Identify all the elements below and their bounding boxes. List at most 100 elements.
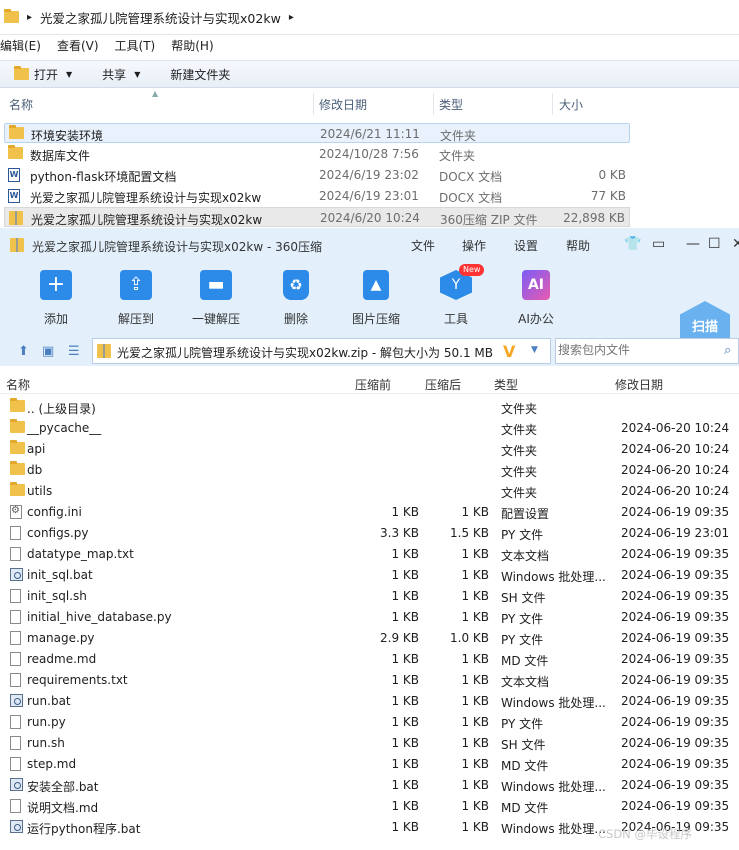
column-original-size[interactable]: 压缩前 bbox=[355, 376, 391, 393]
chevron-right-icon[interactable]: ▸ bbox=[289, 12, 294, 23]
file-name: 光爱之家孤儿院管理系统设计与实现x02kw bbox=[31, 213, 263, 227]
up-arrow-icon[interactable]: ⬆ bbox=[18, 344, 29, 359]
entry-compressed-size: 1 KB bbox=[461, 505, 489, 519]
archive-row[interactable]: datatype_map.txt 1 KB 1 KB 文本文档 2024-06-19 0… bbox=[0, 544, 739, 565]
archive-row[interactable]: api 文件夹 2024-06-20 10:24 bbox=[0, 439, 739, 460]
search-icon[interactable]: ⌕ bbox=[724, 343, 731, 358]
menu-settings[interactable]: 设置 bbox=[514, 237, 538, 254]
file-type: DOCX 文档 bbox=[439, 170, 503, 184]
tools-button[interactable]: Y New 工具 bbox=[423, 264, 489, 327]
chevron-down-icon[interactable]: ▼ bbox=[531, 345, 538, 355]
batch-file-icon bbox=[10, 694, 23, 707]
skin-shirt-icon[interactable]: 👕 bbox=[624, 236, 641, 252]
column-type[interactable]: 类型 bbox=[494, 376, 518, 393]
entry-type: MD 文件 bbox=[501, 654, 549, 668]
file-row[interactable]: 数据库文件 2024/10/28 7:56 文件夹 bbox=[4, 144, 630, 164]
zip-window: 光爱之家孤儿院管理系统设计与实现x02kw - 360压缩 文件 操作 设置 帮… bbox=[0, 228, 739, 850]
entry-original-size: 1 KB bbox=[391, 799, 419, 813]
menu-operation[interactable]: 操作 bbox=[462, 237, 486, 254]
open-button[interactable]: 打开 ▼ bbox=[14, 66, 72, 83]
menu-help[interactable]: 帮助 bbox=[566, 237, 590, 254]
entry-name: 说明文档.md bbox=[27, 801, 99, 815]
share-button[interactable]: 共享 ▼ bbox=[102, 66, 140, 83]
one-click-extract-button[interactable]: ▬ 一键解压 bbox=[183, 270, 249, 327]
archive-row[interactable]: initial_hive_database.py 1 KB 1 KB PY 文件 202… bbox=[0, 607, 739, 628]
v-logo-icon[interactable]: V bbox=[503, 342, 515, 361]
file-row[interactable]: 环境安装环境 2024/6/21 11:11 文件夹 bbox=[4, 123, 630, 143]
entry-type: MD 文件 bbox=[501, 759, 549, 773]
column-name[interactable]: 名称 bbox=[6, 376, 30, 393]
new-folder-button[interactable]: 新建文件夹 bbox=[170, 66, 230, 83]
entry-name: 运行python程序.bat bbox=[27, 822, 141, 836]
ai-office-button[interactable]: AI AI办公 bbox=[503, 270, 569, 327]
explorer-address-bar[interactable]: ▸ 光爱之家孤儿院管理系统设计与实现x02kw ▸ bbox=[0, 0, 739, 35]
file-row[interactable]: W 光爱之家孤儿院管理系统设计与实现x02kw 2024/6/19 23:01 DOC… bbox=[4, 186, 630, 206]
archive-row[interactable]: 安装全部.bat 1 KB 1 KB Windows 批处理... 2024-06-19… bbox=[0, 775, 739, 796]
entry-type: Windows 批处理... bbox=[501, 570, 606, 584]
menu-help[interactable]: 帮助(H) bbox=[171, 37, 213, 57]
column-name[interactable]: 名称 bbox=[9, 96, 33, 113]
feedback-icon[interactable]: ▭ bbox=[652, 236, 665, 252]
archive-row[interactable]: db 文件夹 2024-06-20 10:24 bbox=[0, 460, 739, 481]
archive-row[interactable]: .. (上级目录) 文件夹 bbox=[0, 397, 739, 418]
archive-row[interactable]: run.bat 1 KB 1 KB Windows 批处理... 2024-06-19 … bbox=[0, 691, 739, 712]
archive-row[interactable]: configs.py 3.3 KB 1.5 KB PY 文件 2024-06-19 23… bbox=[0, 523, 739, 544]
file-row[interactable]: Wpython-flask环境配置文档 2024/6/19 23:02 DOCX 文… bbox=[4, 165, 630, 185]
maximize-icon[interactable]: ☐ bbox=[708, 236, 721, 252]
breadcrumb-chevron-icon[interactable]: ▸ bbox=[27, 12, 32, 23]
column-date[interactable]: 修改日期 bbox=[319, 96, 367, 113]
extract-to-icon: ⇪ bbox=[120, 270, 152, 300]
archive-row[interactable]: run.py 1 KB 1 KB PY 文件 2024-06-19 09:35 bbox=[0, 712, 739, 733]
archive-row[interactable]: requirements.txt 1 KB 1 KB 文本文档 2024-06-19 0… bbox=[0, 670, 739, 691]
delete-button[interactable]: ♻ 删除 bbox=[263, 270, 329, 327]
column-modified-date[interactable]: 修改日期 bbox=[615, 376, 663, 393]
thumbnail-view-icon[interactable]: ▣ bbox=[42, 344, 54, 359]
entry-date: 2024-06-19 23:01 bbox=[621, 526, 730, 540]
entry-name: readme.md bbox=[27, 652, 97, 666]
list-view-icon[interactable]: ☰ bbox=[68, 344, 80, 359]
menu-tools[interactable]: 工具(T) bbox=[115, 37, 156, 57]
entry-type: SH 文件 bbox=[501, 591, 546, 605]
archive-row[interactable]: 说明文档.md 1 KB 1 KB MD 文件 2024-06-19 09:35 bbox=[0, 796, 739, 817]
menu-file[interactable]: 文件 bbox=[411, 237, 435, 254]
archive-row[interactable]: manage.py 2.9 KB 1.0 KB PY 文件 2024-06-19 09:… bbox=[0, 628, 739, 649]
column-divider[interactable] bbox=[433, 93, 434, 115]
file-row[interactable]: 光爱之家孤儿院管理系统设计与实现x02kw 2024/6/20 10:24 360压… bbox=[4, 207, 630, 227]
archive-row[interactable]: config.ini 1 KB 1 KB 配置设置 2024-06-19 09:35 bbox=[0, 502, 739, 523]
column-type[interactable]: 类型 bbox=[439, 96, 463, 113]
archive-row[interactable]: __pycache__ 文件夹 2024-06-20 10:24 bbox=[0, 418, 739, 439]
entry-type: PY 文件 bbox=[501, 528, 544, 542]
entry-date: 2024-06-19 09:35 bbox=[621, 673, 730, 687]
breadcrumb-path[interactable]: 光爱之家孤儿院管理系统设计与实现x02kw bbox=[40, 8, 281, 27]
archive-row[interactable]: step.md 1 KB 1 KB MD 文件 2024-06-19 09:35 bbox=[0, 754, 739, 775]
entry-date: 2024-06-19 09:35 bbox=[621, 589, 730, 603]
archive-row[interactable]: readme.md 1 KB 1 KB MD 文件 2024-06-19 09:35 bbox=[0, 649, 739, 670]
add-button[interactable]: + 添加 bbox=[23, 270, 89, 327]
archive-address-bar[interactable]: 光爱之家孤儿院管理系统设计与实现x02kw.zip - 解包大小为 50.1 M… bbox=[92, 338, 551, 364]
archive-row[interactable]: run.sh 1 KB 1 KB SH 文件 2024-06-19 09:35 bbox=[0, 733, 739, 754]
menu-edit[interactable]: 编辑(E) bbox=[0, 37, 41, 57]
close-icon[interactable]: ✕ bbox=[732, 236, 739, 252]
file-icon bbox=[10, 631, 21, 645]
archive-row[interactable]: utils 文件夹 2024-06-20 10:24 bbox=[0, 481, 739, 502]
column-divider[interactable] bbox=[552, 93, 553, 115]
column-size[interactable]: 大小 bbox=[559, 96, 583, 113]
column-divider[interactable] bbox=[313, 93, 314, 115]
menu-view[interactable]: 查看(V) bbox=[57, 37, 99, 57]
minimize-icon[interactable]: — bbox=[686, 236, 700, 252]
search-input[interactable] bbox=[558, 343, 718, 357]
entry-original-size: 1 KB bbox=[391, 736, 419, 750]
new-folder-label: 新建文件夹 bbox=[170, 67, 231, 82]
entry-compressed-size: 1 KB bbox=[461, 736, 489, 750]
archive-row[interactable]: init_sql.bat 1 KB 1 KB Windows 批处理... 2024-0… bbox=[0, 565, 739, 586]
entry-original-size: 1 KB bbox=[391, 673, 419, 687]
entry-type: Windows 批处理... bbox=[501, 780, 606, 794]
tools-label: 工具 bbox=[443, 312, 468, 326]
image-compress-button[interactable]: ▲ 图片压缩 bbox=[343, 270, 409, 327]
entry-original-size: 1 KB bbox=[391, 547, 419, 561]
file-date: 2024/6/20 10:24 bbox=[320, 211, 420, 225]
archive-row[interactable]: init_sql.sh 1 KB 1 KB SH 文件 2024-06-19 09:35 bbox=[0, 586, 739, 607]
column-compressed-size[interactable]: 压缩后 bbox=[425, 376, 461, 393]
sort-arrow-icon: ▲ bbox=[152, 89, 159, 98]
extract-to-button[interactable]: ⇪ 解压到 bbox=[103, 270, 169, 327]
